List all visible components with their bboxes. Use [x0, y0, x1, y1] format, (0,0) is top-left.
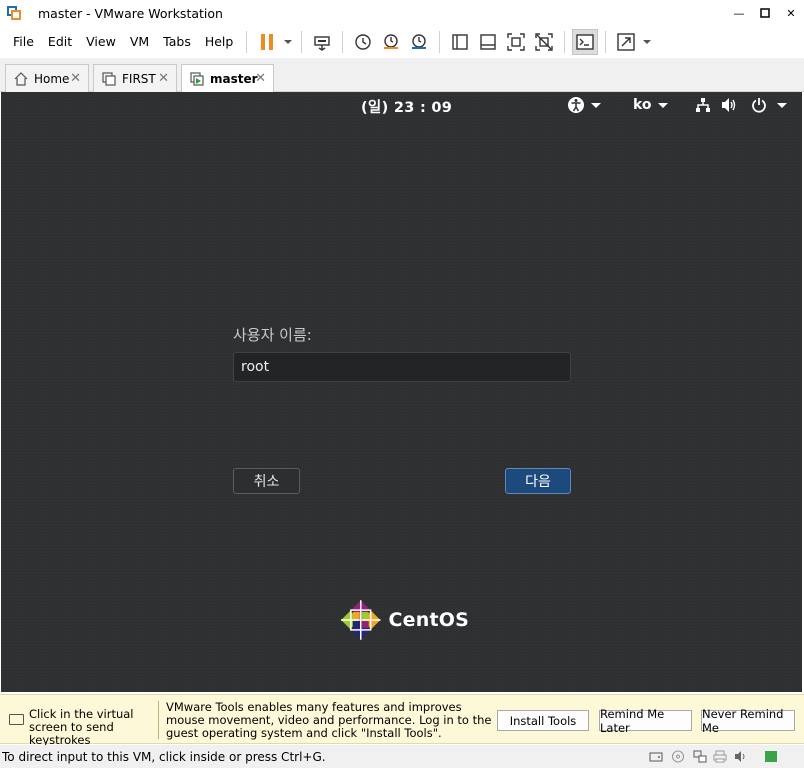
accessibility-menu[interactable]	[567, 95, 601, 115]
snapshot-manager-button[interactable]	[406, 29, 432, 55]
send-ctrl-alt-del-button[interactable]	[309, 29, 335, 55]
username-input[interactable]: root	[233, 352, 571, 382]
tab-master[interactable]: master ✕	[181, 64, 274, 93]
centos-logo: CentOS	[339, 598, 469, 642]
close-icon[interactable]: ✕	[158, 71, 169, 86]
toolbar-separator	[246, 31, 248, 53]
vm-screen[interactable]: (일) 23 : 09 ko 사용자 이름: root 취소 다음 CentOS	[1, 92, 802, 692]
menu-tabs[interactable]: Tabs	[156, 26, 198, 58]
menu-toolbar: File Edit View VM Tabs Help	[0, 26, 804, 58]
stretch-guest-button[interactable]	[613, 29, 639, 55]
vm-icon	[102, 71, 116, 86]
menu-help[interactable]: Help	[198, 26, 241, 58]
tab-first[interactable]: FIRST ✕	[93, 64, 177, 92]
never-remind-me-button[interactable]: Never Remind Me	[701, 707, 795, 735]
revert-snapshot-icon	[384, 34, 399, 49]
toolbar-separator	[301, 31, 303, 53]
revert-snapshot-button[interactable]	[378, 29, 404, 55]
chevron-down-icon	[643, 40, 652, 44]
unity-button[interactable]	[531, 29, 557, 55]
stretch-dropdown[interactable]	[641, 29, 653, 55]
full-screen-button[interactable]	[503, 29, 529, 55]
close-button[interactable]: ✕	[778, 0, 804, 26]
centos-emblem-icon	[340, 600, 381, 640]
sound-icon[interactable]	[734, 750, 748, 763]
title-bar: master - VMware Workstation — ✕	[0, 0, 804, 26]
tab-label: master	[210, 72, 258, 86]
tab-bar: Home ✕ FIRST ✕ master ✕	[0, 58, 804, 93]
chevron-down-icon	[284, 40, 293, 44]
accessibility-icon	[568, 97, 584, 113]
maximize-icon	[760, 8, 770, 18]
chevron-down-icon	[777, 102, 787, 108]
chevron-down-icon	[657, 102, 668, 108]
language-menu[interactable]: ko	[633, 95, 668, 115]
stretch-icon	[617, 33, 636, 51]
keyboard-icon	[9, 714, 24, 725]
toolbar-separator	[564, 31, 566, 53]
tab-home[interactable]: Home ✕	[5, 64, 89, 92]
pause-button[interactable]	[254, 29, 280, 55]
window-title: master - VMware Workstation	[38, 5, 223, 21]
username-label: 사용자 이름:	[233, 326, 312, 344]
vm-running-icon	[190, 72, 204, 86]
network-icon	[696, 98, 710, 112]
take-snapshot-button[interactable]	[350, 29, 376, 55]
menu-file[interactable]: File	[6, 26, 41, 58]
toolbar-separator	[605, 31, 607, 53]
volume-icon	[722, 98, 736, 112]
snapshot-manager-icon	[412, 34, 427, 49]
vmware-tools-message: VMware Tools enables many features and i…	[166, 700, 492, 740]
fullscreen-icon	[507, 33, 526, 51]
show-thumbnail-button[interactable]	[475, 29, 501, 55]
language-indicator: ko	[633, 97, 652, 113]
show-library-button[interactable]	[447, 29, 473, 55]
toolbar-separator	[439, 31, 441, 53]
status-text: To direct input to this VM, click inside…	[2, 750, 326, 764]
sidebar-layout-icon	[452, 34, 469, 50]
next-button[interactable]: 다음	[505, 468, 571, 494]
cd-dvd-icon[interactable]	[671, 750, 685, 763]
status-bar: To direct input to this VM, click inside…	[0, 745, 804, 768]
keyboard-send-icon	[314, 36, 331, 51]
close-icon[interactable]: ✕	[255, 71, 266, 86]
menu-vm[interactable]: VM	[123, 26, 156, 58]
keystroke-hint: Click in the virtual screen to send keys…	[29, 707, 134, 747]
menu-edit[interactable]: Edit	[41, 26, 79, 58]
toolbar-separator	[342, 31, 344, 53]
minimize-button[interactable]: —	[726, 0, 752, 26]
bottom-panel-icon	[480, 34, 497, 50]
tab-label: Home	[34, 71, 70, 86]
chevron-down-icon	[591, 102, 601, 108]
power-dropdown[interactable]	[282, 29, 294, 55]
gnome-clock[interactable]: (일) 23 : 09	[361, 96, 452, 117]
pause-icon	[261, 34, 274, 50]
tab-label: FIRST	[122, 71, 156, 86]
power-icon	[752, 98, 766, 113]
install-tools-button[interactable]: Install Tools	[497, 710, 589, 731]
close-icon[interactable]: ✕	[70, 71, 81, 86]
snapshot-icon	[355, 34, 372, 50]
menu-view[interactable]: View	[79, 26, 123, 58]
remind-me-later-button[interactable]: Remind Me Later	[599, 707, 692, 735]
maximize-button[interactable]	[752, 0, 778, 26]
vm-status-icon[interactable]	[764, 750, 778, 763]
terminal-icon	[576, 34, 595, 50]
console-view-button[interactable]	[572, 29, 599, 55]
network-adapter-icon[interactable]	[693, 750, 707, 763]
centos-wordmark: CentOS	[388, 609, 469, 631]
notification-divider	[158, 701, 159, 739]
unity-icon	[535, 33, 554, 51]
vmware-tools-notification: Click in the virtual screen to send keys…	[0, 694, 804, 747]
system-menu[interactable]	[695, 95, 787, 115]
hard-disk-icon[interactable]	[649, 750, 663, 763]
window-controls: — ✕	[726, 0, 804, 26]
vmware-app-icon	[7, 6, 21, 20]
cancel-button[interactable]: 취소	[233, 468, 300, 494]
printer-icon[interactable]	[713, 750, 727, 763]
home-icon	[14, 71, 28, 86]
